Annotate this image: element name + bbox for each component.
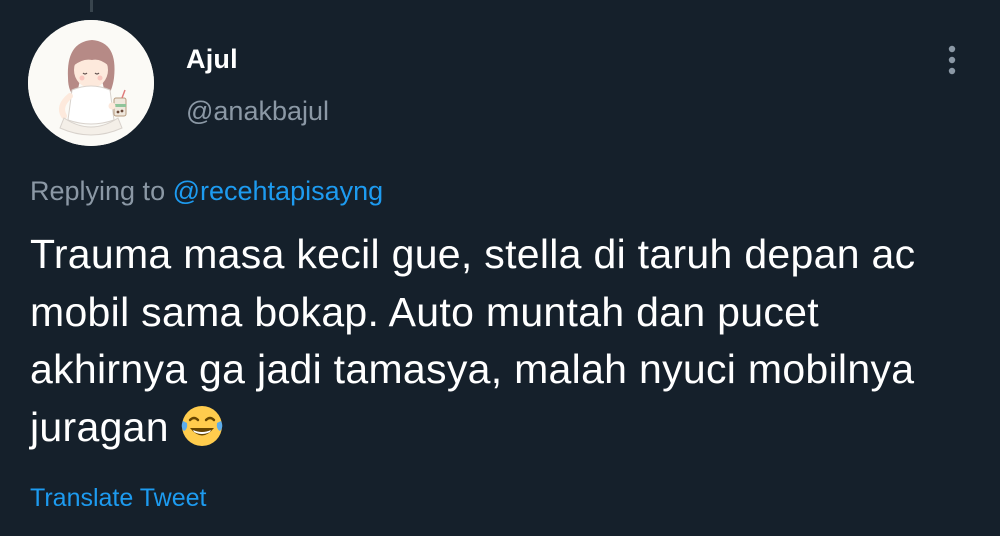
avatar-illustration [28, 20, 154, 146]
replying-to-handle-link[interactable]: @recehtapisayng [173, 176, 384, 206]
author-display-name[interactable]: Ajul [186, 44, 238, 75]
translate-tweet-link[interactable]: Translate Tweet [30, 484, 206, 513]
replying-to-line: Replying to @recehtapisayng [30, 176, 383, 207]
more-vertical-icon [948, 45, 956, 75]
avatar[interactable] [28, 20, 154, 146]
more-options-button[interactable] [934, 40, 970, 80]
tweet-text: Trauma masa kecil gue, stella di taruh d… [30, 226, 980, 464]
thread-connector-line [90, 0, 93, 12]
tears-of-joy-emoji [179, 403, 225, 465]
replying-to-prefix: Replying to [30, 176, 166, 206]
tweet-body: Trauma masa kecil gue, stella di taruh d… [30, 231, 916, 450]
author-handle[interactable]: @anakbajul [186, 96, 329, 127]
